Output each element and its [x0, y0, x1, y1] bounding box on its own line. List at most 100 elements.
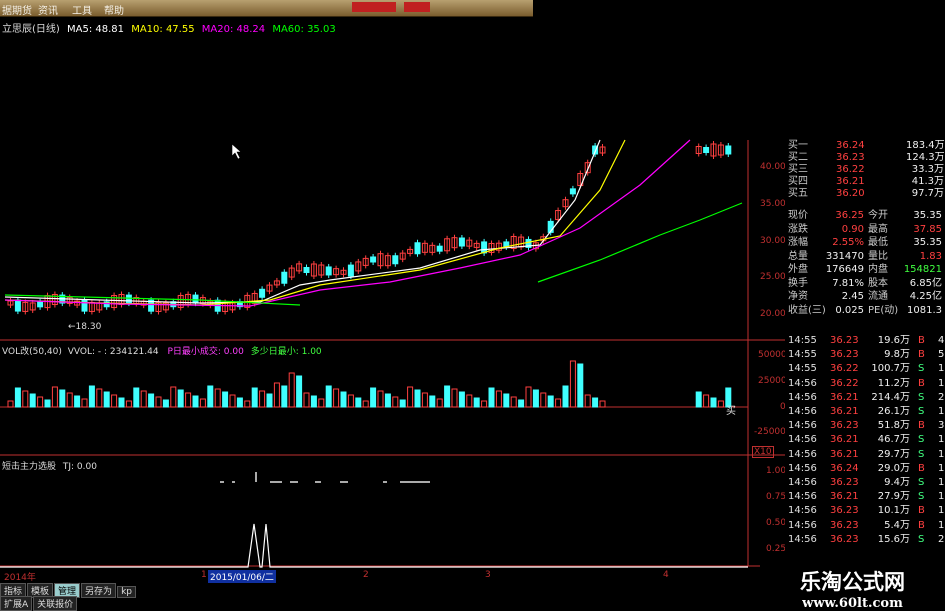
tab-save-as[interactable]: 另存为 — [81, 583, 117, 598]
stat-value: 154821 — [903, 264, 942, 275]
tick-price: 36.24 — [830, 462, 859, 474]
volume-bar — [495, 390, 502, 408]
bid-volume: 97.7万 — [911, 188, 944, 199]
tick-volume: 15.6万 — [877, 533, 910, 545]
bid-price: 36.21 — [836, 176, 865, 187]
buy-mark: 买 — [726, 406, 736, 417]
tick-count: 1 — [938, 363, 945, 375]
tick-side: B — [918, 505, 925, 517]
volume-bar — [273, 382, 280, 408]
tick-price: 36.21 — [830, 434, 859, 446]
volume-bar — [37, 396, 44, 408]
watermark-title: 乐淘公式网 — [800, 569, 905, 594]
tick-count: 3 — [938, 420, 945, 432]
volume-bar — [155, 396, 162, 408]
tick-price: 36.23 — [830, 335, 859, 346]
bid-price: 36.23 — [836, 152, 865, 163]
volume-bar — [717, 400, 724, 408]
volume-bar — [140, 390, 147, 408]
tick-volume: 214.4万 — [871, 391, 910, 403]
volume-bar — [296, 375, 303, 408]
stat-value: 36.25 — [835, 210, 864, 221]
stat-value: 1081.3 — [907, 304, 942, 316]
tick-time: 14:56 — [788, 377, 817, 389]
scale-label: X10 — [752, 446, 774, 458]
tick-time: 14:56 — [788, 533, 817, 545]
volume-bar — [14, 387, 21, 408]
vol-axis-1: 50000 — [758, 350, 787, 360]
vol-axis-4: -25000 — [754, 427, 786, 437]
tick-side: B — [918, 420, 925, 432]
tick-volume: 100.7万 — [871, 363, 910, 375]
volume-bar — [510, 396, 517, 408]
tick-time: 14:56 — [788, 434, 817, 446]
stat-value: 0.90 — [841, 223, 864, 235]
timeline-date[interactable]: 2015/01/06/二 — [208, 570, 276, 583]
timeline-month-4: 4 — [663, 570, 669, 580]
tick-time: 14:56 — [788, 448, 817, 460]
candle-body — [125, 294, 132, 304]
volume-bar — [370, 387, 377, 408]
price-tick: 40.00 — [760, 162, 786, 172]
stat-label: 换手 — [788, 277, 808, 289]
bid-volume: 124.3万 — [906, 152, 945, 163]
volume-bar — [125, 400, 132, 408]
tick-time: 14:55 — [788, 349, 817, 361]
candle-body — [281, 271, 288, 284]
tick-volume: 9.8万 — [884, 349, 910, 361]
stat-value: 35.35 — [913, 210, 942, 221]
tick-count: 1 — [938, 519, 945, 531]
volume-bar — [399, 399, 406, 408]
d-value: 多少日最小: 1.00 — [250, 347, 322, 357]
price-tick: 20.00 — [760, 309, 786, 319]
stat-value: 7.81% — [832, 277, 864, 289]
bid-volume: 183.4万 — [906, 140, 945, 151]
vol-header: VOL改(50,40) VVOL: - : 234121.44 P日最小成交: … — [2, 344, 322, 357]
lower-axis-4: 0.25 — [766, 544, 787, 554]
stat-row: 换手 7.81% 股本 6.85亿 — [788, 278, 943, 290]
tick-time: 14:55 — [788, 363, 817, 375]
timeline-month-2: 2 — [363, 570, 369, 580]
timeline-month-1: 1 — [201, 570, 207, 580]
volume-bar — [111, 394, 118, 408]
bottom-tabbar: 指标 模板 管理 另存为 kp — [0, 583, 137, 598]
tick-count: 4 — [938, 335, 945, 346]
stat-label: 总量 — [788, 250, 808, 262]
volume-bar — [133, 387, 140, 408]
volume-bar — [599, 400, 606, 408]
volume-bar — [592, 397, 599, 408]
volume-bar — [74, 395, 81, 408]
bid-volume: 33.3万 — [911, 164, 944, 175]
volume-bar — [66, 392, 73, 408]
watermark: 乐淘公式网 www.60lt.com — [760, 560, 945, 611]
stat-value: 176649 — [825, 264, 864, 275]
tick-side: S — [918, 448, 925, 460]
volume-bar — [347, 394, 354, 408]
stat-label: PE(动) — [868, 304, 899, 316]
volume-bar — [118, 397, 125, 408]
tick-price: 36.23 — [830, 420, 859, 432]
volume-bar — [185, 392, 192, 408]
candle-body — [569, 188, 576, 195]
volume-bar — [532, 389, 539, 408]
volume-bar — [199, 398, 206, 408]
volume-bar — [458, 391, 465, 408]
stat-label: 现价 — [788, 210, 808, 221]
tab-kp[interactable]: kp — [117, 586, 136, 598]
candle-body — [347, 264, 354, 277]
tick-volume: 11.2万 — [877, 377, 910, 389]
volume-bar — [340, 391, 347, 408]
volume-bar — [466, 394, 473, 408]
tick-count: 2 — [938, 533, 945, 545]
bid-label: 买三 — [788, 164, 808, 175]
bid-label: 买五 — [788, 188, 808, 199]
tick-price: 36.21 — [830, 406, 859, 417]
volume-bar — [229, 394, 236, 408]
tick-count: 1 — [938, 448, 945, 460]
stat-label: 涨跌 — [788, 223, 808, 235]
stat-label: 外盘 — [788, 264, 808, 275]
stat-label: 最低 — [868, 237, 888, 248]
stat-value: 37.85 — [913, 223, 942, 235]
stat-label: 内盘 — [868, 264, 888, 275]
volume-bar — [29, 393, 36, 408]
